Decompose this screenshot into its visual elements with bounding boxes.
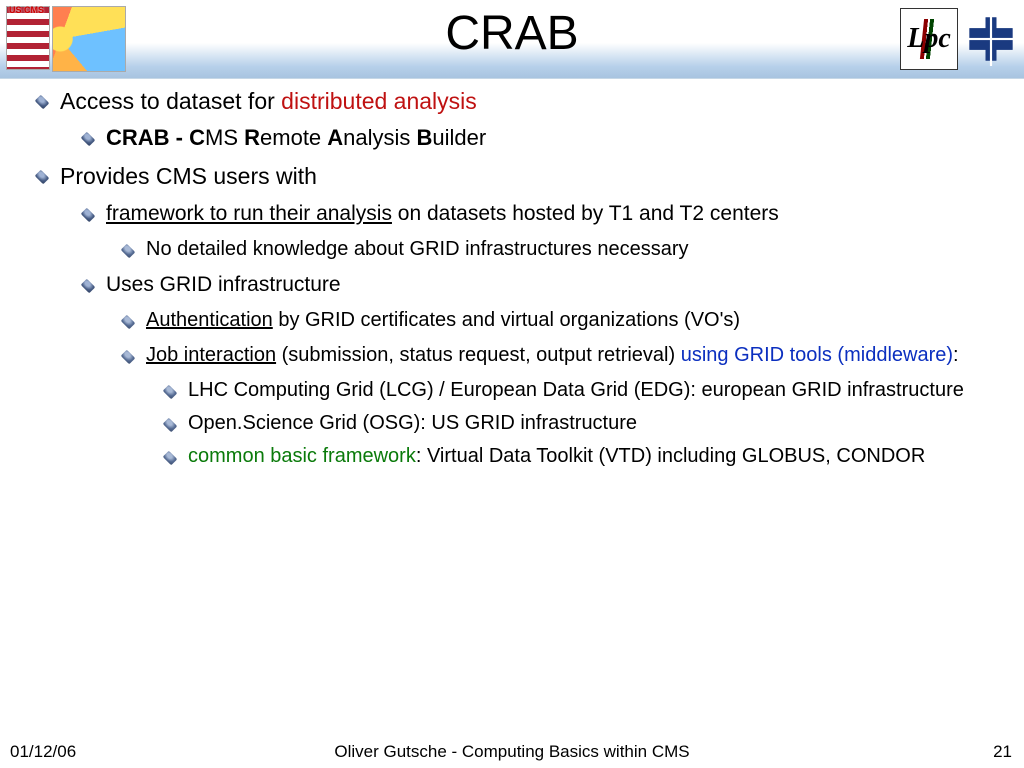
text-highlight: using GRID tools (middleware) bbox=[681, 344, 953, 366]
right-logos: Lpc bbox=[900, 6, 1018, 72]
bullet-job-interaction: Job interaction (submission, status requ… bbox=[118, 344, 1004, 367]
bullet-framework: framework to run their analysis on datas… bbox=[78, 202, 1004, 226]
text: by GRID certificates and virtual organiz… bbox=[273, 309, 740, 331]
footer-page-number: 21 bbox=[993, 742, 1012, 762]
text: on datasets hosted by T1 and T2 centers bbox=[392, 202, 779, 225]
footer-date: 01/12/06 bbox=[10, 742, 76, 762]
bullet-lcg-edg: LHC Computing Grid (LCG) / European Data… bbox=[160, 379, 1004, 402]
fermilab-logo-icon bbox=[964, 12, 1018, 66]
text: Access to dataset for bbox=[60, 88, 281, 114]
bullet-vtd: common basic framework: Virtual Data Too… bbox=[160, 445, 1004, 468]
slide-body: Access to dataset for distributed analys… bbox=[0, 80, 1024, 738]
text: A bbox=[327, 125, 343, 150]
bullet-crab-acronym: CRAB - CMS Remote Analysis Builder bbox=[78, 125, 1004, 151]
text: CRAB - bbox=[106, 125, 189, 150]
slide-footer: 01/12/06 Oliver Gutsche - Computing Basi… bbox=[0, 740, 1024, 764]
bullet-authentication: Authentication by GRID certificates and … bbox=[118, 309, 1004, 332]
lpc-logo: Lpc bbox=[900, 8, 958, 70]
text: No detailed knowledge about GRID infrast… bbox=[146, 238, 689, 260]
text-highlight: common basic framework bbox=[188, 445, 416, 467]
text: nalysis bbox=[343, 125, 416, 150]
bullet-provides: Provides CMS users with bbox=[32, 163, 1004, 190]
text: R bbox=[244, 125, 260, 150]
text: C bbox=[189, 125, 205, 150]
text: B bbox=[417, 125, 433, 150]
slide-title: CRAB bbox=[0, 6, 1024, 61]
text: uilder bbox=[432, 125, 486, 150]
slide: US CMS CRAB Lpc Access to dataset for di bbox=[0, 0, 1024, 768]
text: Uses GRID infrastructure bbox=[106, 273, 341, 296]
bullet-osg: Open.Science Grid (OSG): US GRID infrast… bbox=[160, 412, 1004, 435]
bullet-no-knowledge: No detailed knowledge about GRID infrast… bbox=[118, 238, 1004, 261]
bullet-uses-grid: Uses GRID infrastructure bbox=[78, 273, 1004, 297]
text: (submission, status request, output retr… bbox=[276, 344, 681, 366]
text-highlight: distributed analysis bbox=[281, 88, 477, 114]
text: Provides CMS users with bbox=[60, 163, 317, 189]
text: Open.Science Grid (OSG): US GRID infrast… bbox=[188, 412, 637, 434]
text: LHC Computing Grid (LCG) / European Data… bbox=[188, 379, 964, 401]
text: : bbox=[953, 344, 959, 366]
text: : Virtual Data Toolkit (VTD) including G… bbox=[416, 445, 925, 467]
text: framework to run their analysis bbox=[106, 202, 392, 225]
text: Authentication bbox=[146, 309, 273, 331]
text: Job interaction bbox=[146, 344, 276, 366]
text: emote bbox=[260, 125, 327, 150]
bullet-access: Access to dataset for distributed analys… bbox=[32, 88, 1004, 115]
title-bar: US CMS CRAB Lpc bbox=[0, 0, 1024, 79]
lpc-label: Lpc bbox=[907, 23, 951, 55]
footer-author: Oliver Gutsche - Computing Basics within… bbox=[0, 742, 1024, 762]
text: MS bbox=[205, 125, 244, 150]
